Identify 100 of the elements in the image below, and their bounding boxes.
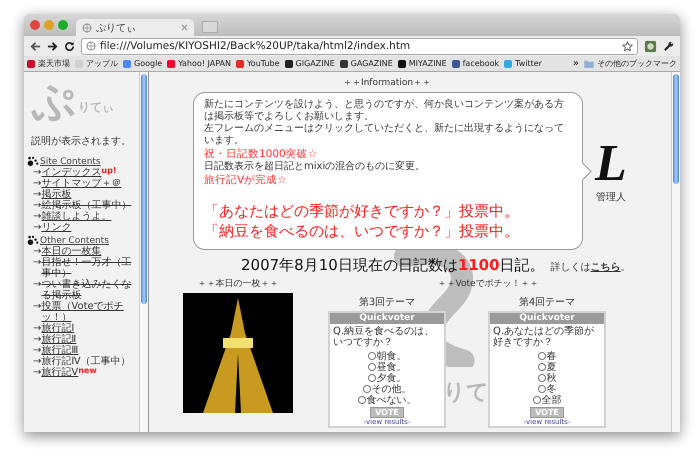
arrow-marker: →	[33, 257, 42, 268]
bookmark-link[interactable]: GIGAZINE	[284, 59, 335, 68]
radio-button[interactable]	[538, 384, 546, 392]
detail-text: 詳しくはこちら。	[550, 260, 631, 274]
option-label: 秋	[546, 371, 556, 384]
new-label: up!	[101, 167, 116, 175]
radio-button[interactable]	[358, 396, 366, 404]
arrow-marker: →	[33, 222, 42, 233]
info-text: 「納豆を食べるのは、いつですか？」投票中。	[204, 221, 520, 241]
paw-dots-icon	[27, 156, 39, 167]
detail-link[interactable]: こちら	[590, 262, 621, 273]
address-bar[interactable]: file:///Volumes/KIYOSHI2/Back%20UP/taka/html2/index.htm	[81, 38, 638, 54]
bookmark-folder[interactable]: その他のブックマーク	[584, 58, 677, 69]
option-label: 夕食。	[376, 371, 406, 384]
menu-link[interactable]: 旅行記Ⅴ	[41, 367, 78, 378]
arrow-marker: →	[33, 323, 42, 334]
menu-link[interactable]: インデックス	[41, 167, 102, 178]
admin-logo: L	[595, 138, 627, 190]
radio-button[interactable]	[368, 352, 376, 360]
option-label: 冬	[546, 382, 556, 394]
bookmark-link[interactable]: YouTube	[236, 59, 280, 68]
forward-icon[interactable]	[47, 40, 58, 52]
close-icon[interactable]	[181, 24, 188, 31]
arrow-marker: →	[33, 334, 42, 345]
arrow-marker: →	[33, 367, 42, 378]
section-heading: ＋＋本日の一枚＋＋	[198, 278, 278, 290]
menu-link[interactable]: 本日の一枚集	[41, 246, 102, 257]
menu-link[interactable]: 雑談しようよ。	[41, 211, 112, 222]
section-link[interactable]: Other Contents	[40, 236, 109, 246]
diary-count-text: 2007年8月10日現在の日記数は1100日記。	[241, 256, 545, 275]
section-heading: ＋＋Information＋＋	[342, 77, 432, 89]
scrollbar[interactable]	[671, 72, 680, 432]
info-text: 祝・日記数1000突破☆	[204, 147, 318, 160]
arrow-marker: →	[33, 200, 42, 211]
arrow-marker: →	[33, 356, 42, 367]
site-logo-subtitle: りてぃ	[78, 99, 114, 116]
menu-link[interactable]: 絵掲示板（工事中）	[41, 200, 132, 211]
radio-button[interactable]	[532, 396, 540, 404]
menu-link[interactable]: 目指せ！一万才（工事中）	[41, 257, 139, 279]
bookmark-link[interactable]: Google	[123, 59, 162, 68]
bookmark-link[interactable]: 楽天市場	[27, 58, 70, 69]
info-text: 旅行記Ⅴが完成☆	[204, 173, 288, 187]
section-heading: ＋＋Voteでポチッ！＋＋	[436, 278, 540, 290]
globe-icon	[86, 41, 96, 51]
bookmark-link[interactable]: Twitter	[504, 59, 542, 68]
menu-link[interactable]: リンク	[41, 222, 72, 233]
scrollbar[interactable]	[139, 72, 148, 432]
close-button[interactable]	[30, 20, 40, 30]
description-text: 説明が表示されます。	[31, 134, 132, 148]
background-logo-text: りて	[443, 379, 489, 407]
radio-button[interactable]	[368, 374, 376, 382]
menu-link[interactable]: サイトマップ＋＠	[41, 178, 122, 189]
option-label: 全部	[542, 394, 562, 406]
folder-icon	[584, 60, 594, 68]
bookmark-link[interactable]: Yahoo! JAPAN	[167, 59, 231, 68]
option-label: 春	[546, 350, 556, 362]
menu-link[interactable]: 掲示板	[41, 189, 72, 200]
section-link[interactable]: Site Contents	[40, 157, 101, 167]
admin-label: 管理人	[596, 191, 626, 204]
radio-button[interactable]	[538, 362, 546, 370]
menu-link[interactable]: 旅行記Ⅲ	[41, 345, 78, 356]
extension-icon[interactable]	[644, 40, 657, 52]
bookmark-link[interactable]: facebook	[452, 59, 500, 68]
radio-button[interactable]	[538, 374, 546, 382]
poll-theme: 第4回テーマ	[518, 296, 576, 309]
menu-link[interactable]: 旅行記Ⅳ（工事中）	[41, 356, 131, 367]
more-bookmarks-button[interactable]: »	[572, 58, 579, 69]
reload-icon[interactable]	[64, 40, 75, 52]
radio-button[interactable]	[538, 352, 546, 360]
poll-header: Quickvoter	[490, 313, 604, 324]
menu-link[interactable]: つい書き込みたくなる掲示板	[41, 279, 139, 301]
arrow-marker: →	[33, 189, 42, 200]
radio-button[interactable]	[368, 362, 376, 370]
poll-question: Q.納豆を食べるのは、いつですか？	[332, 325, 436, 350]
browser-tab[interactable]: ぷりてぃ	[76, 19, 194, 36]
wrench-icon[interactable]	[663, 40, 674, 52]
new-label: new	[78, 367, 97, 375]
arrow-marker: →	[33, 301, 42, 312]
bookmark-link[interactable]: GAGAZINE	[340, 59, 393, 68]
globe-icon	[82, 22, 92, 32]
menu-link[interactable]: 投票（Voteでポチッ！）	[41, 301, 139, 323]
bookmark-link[interactable]: MIYAZINE	[398, 59, 447, 68]
arrow-marker: →	[33, 345, 42, 356]
star-icon[interactable]	[622, 40, 633, 52]
site-logo: ぷ	[31, 80, 76, 124]
paw-dots-icon	[27, 235, 39, 246]
info-text: 「あなたはどの季節が好きですか？」投票中。	[204, 201, 520, 221]
poll-header: Quickvoter	[330, 313, 444, 324]
info-text: 新たにコンテンツを設けよう、と思うのですが、何か良いコンテンツ案がある方は掲示板等でよろしくお願いします。	[204, 99, 565, 122]
poll-theme: 第3回テーマ	[358, 296, 416, 309]
bookmark-link[interactable]: アップル	[75, 58, 118, 69]
radio-button[interactable]	[362, 384, 370, 392]
menu-link[interactable]: 旅行記Ⅱ	[41, 334, 76, 345]
poll-question: Q.あなたはどの季節が好きですか？	[492, 324, 596, 350]
info-text: 日記数表示を超日記とmixiの混合のものに変更。	[204, 161, 426, 173]
arrow-marker: →	[33, 178, 42, 189]
back-icon[interactable]	[30, 40, 41, 52]
menu-link[interactable]: 旅行記Ⅰ	[41, 323, 74, 334]
option-label: 食べない。	[366, 394, 416, 406]
info-text: 左フレームのメニューはクリックしていただくと、新たに出現するようになっています。	[204, 123, 565, 147]
